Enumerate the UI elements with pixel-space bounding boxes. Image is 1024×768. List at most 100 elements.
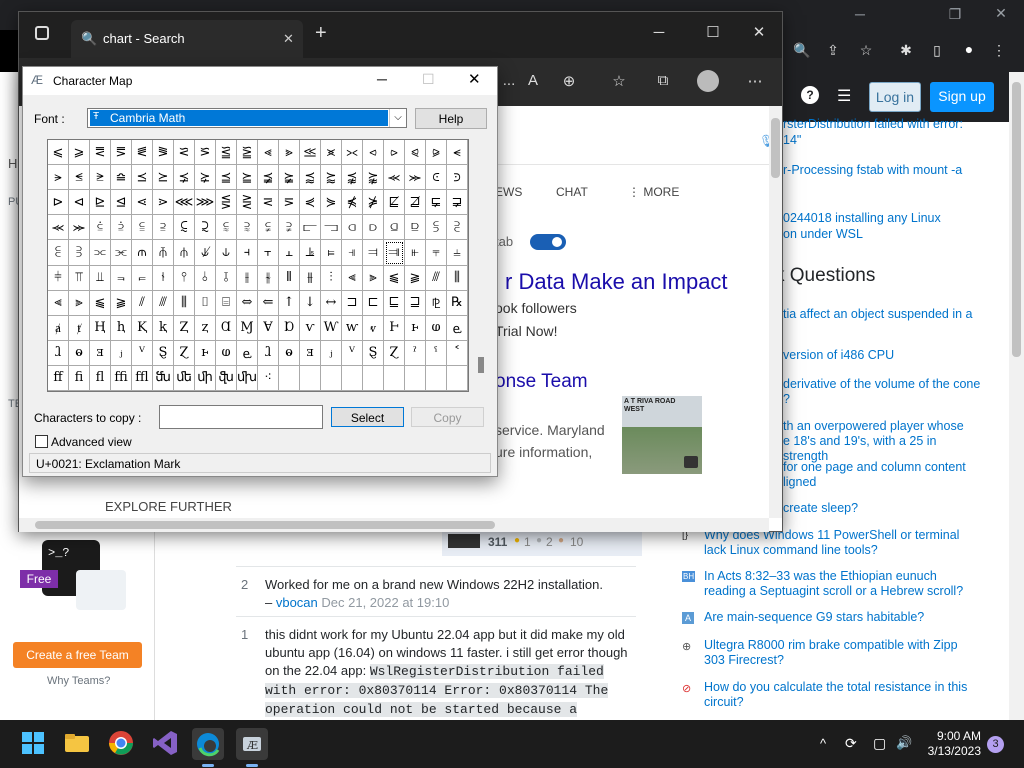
character-cell[interactable]: ⫱ bbox=[216, 265, 237, 291]
character-cell[interactable]: ⫨ bbox=[447, 240, 468, 266]
character-cell[interactable]: ˀ bbox=[405, 340, 426, 366]
character-cell[interactable]: ⫷ bbox=[48, 290, 69, 316]
character-cell[interactable]: ⱻ bbox=[300, 340, 321, 366]
character-cell[interactable]: ⪭ bbox=[90, 165, 111, 191]
character-cell[interactable]: ⫹ bbox=[90, 290, 111, 316]
character-cell[interactable]: ⊏ bbox=[363, 290, 384, 316]
hnq-item[interactable]: rsterDistribution failed with error: bbox=[783, 117, 963, 132]
hnq-item[interactable]: r-Processing fstab with mount -a bbox=[783, 163, 962, 178]
character-cell[interactable]: ⪾ bbox=[447, 165, 468, 191]
character-cell[interactable]: ⱽ bbox=[342, 340, 363, 366]
hnq-item[interactable]: version of i486 CPU bbox=[783, 348, 894, 363]
character-cell[interactable]: ⋠ bbox=[342, 190, 363, 216]
character-cell[interactable]: ⪠ bbox=[237, 140, 258, 166]
font-dropdown[interactable]: Cambria Math Ŧ ⌵ bbox=[87, 108, 407, 128]
character-cell[interactable]: Ⱳ bbox=[321, 315, 342, 341]
character-cell[interactable]: ⱷ bbox=[216, 340, 237, 366]
character-cell[interactable]: ˂ bbox=[447, 340, 468, 366]
character-cell[interactable] bbox=[405, 365, 426, 391]
character-cell[interactable]: ⫒ bbox=[405, 215, 426, 241]
character-cell[interactable]: ⫊ bbox=[237, 215, 258, 241]
character-cell[interactable] bbox=[426, 365, 447, 391]
visual-studio-icon[interactable] bbox=[150, 728, 182, 760]
character-cell[interactable]: ⁖ bbox=[258, 365, 279, 391]
character-cell[interactable]: ﬗ bbox=[237, 365, 258, 391]
character-cell[interactable]: ⪥ bbox=[342, 140, 363, 166]
character-cell[interactable]: ﬁ bbox=[69, 365, 90, 391]
character-cell[interactable]: ﬀ bbox=[48, 365, 69, 391]
scrollbar-thumb[interactable] bbox=[1012, 82, 1021, 357]
close-button[interactable]: ✕ bbox=[745, 23, 773, 41]
volume-icon[interactable]: 🔊 bbox=[896, 735, 912, 751]
character-cell[interactable]: ⫆ bbox=[153, 215, 174, 241]
character-cell[interactable]: ⋡ bbox=[363, 190, 384, 216]
character-cell[interactable]: ⊐ bbox=[342, 290, 363, 316]
horizontal-scrollbar[interactable] bbox=[19, 518, 769, 532]
character-cell[interactable]: ℞ bbox=[447, 290, 468, 316]
safe-search-toggle[interactable] bbox=[530, 234, 566, 250]
character-cell[interactable]: Ɱ bbox=[237, 315, 258, 341]
character-cell[interactable]: ⫯ bbox=[174, 265, 195, 291]
character-cell[interactable]: ⫼ bbox=[174, 290, 195, 316]
character-cell[interactable]: ⪜ bbox=[153, 140, 174, 166]
character-cell[interactable]: ⫸ bbox=[363, 265, 384, 291]
character-cell[interactable]: ⅊ bbox=[426, 290, 447, 316]
characters-to-copy-input[interactable] bbox=[159, 405, 323, 429]
character-cell[interactable]: ⫭ bbox=[132, 265, 153, 291]
character-cell[interactable]: ﬔ bbox=[174, 365, 195, 391]
sidepanel-icon[interactable]: ▯ bbox=[922, 42, 952, 59]
character-cell[interactable]: ⪲ bbox=[195, 165, 216, 191]
character-cell[interactable]: ⪺ bbox=[363, 165, 384, 191]
character-cell[interactable]: ⪯ bbox=[132, 165, 153, 191]
character-cell[interactable]: ⫼ bbox=[447, 265, 468, 291]
character-cell[interactable]: ⫗ bbox=[90, 240, 111, 266]
character-cell[interactable]: ⪫ bbox=[48, 165, 69, 191]
character-cell[interactable]: ⱬ bbox=[195, 315, 216, 341]
profile-icon[interactable]: ● bbox=[954, 41, 984, 57]
character-cell[interactable]: ⪨ bbox=[405, 140, 426, 166]
character-cell[interactable]: ⊲ bbox=[69, 190, 90, 216]
scrollbar-thumb[interactable] bbox=[771, 118, 780, 178]
share-icon[interactable]: ⇪ bbox=[818, 42, 848, 59]
character-cell[interactable]: ˁ bbox=[426, 340, 447, 366]
character-cell[interactable]: ⫅ bbox=[132, 215, 153, 241]
character-cell[interactable]: ⱼ bbox=[321, 340, 342, 366]
collections-icon[interactable]: ⧉ bbox=[649, 72, 677, 89]
character-cell[interactable]: ⪤ bbox=[321, 140, 342, 166]
file-explorer-icon[interactable] bbox=[62, 728, 94, 760]
character-cell[interactable]: ⫘ bbox=[111, 240, 132, 266]
avatar[interactable] bbox=[448, 534, 480, 548]
character-cell[interactable] bbox=[342, 365, 363, 391]
character-cell[interactable]: ⫢ bbox=[321, 240, 342, 266]
character-cell[interactable]: ⫖ bbox=[69, 240, 90, 266]
comment-user[interactable]: vbocan bbox=[276, 595, 318, 610]
character-cell[interactable]: ⱴ bbox=[363, 315, 384, 341]
character-cell[interactable]: ⫈ bbox=[195, 215, 216, 241]
character-cell[interactable]: ⋢ bbox=[384, 190, 405, 216]
character-cell[interactable]: ⫰ bbox=[195, 265, 216, 291]
character-cell[interactable]: ⫠ bbox=[279, 240, 300, 266]
character-cell[interactable]: ⪛ bbox=[132, 140, 153, 166]
character-cell[interactable]: ⪳ bbox=[216, 165, 237, 191]
character-cell[interactable]: ⩽ bbox=[48, 140, 69, 166]
character-cell[interactable]: ⫍ bbox=[300, 215, 321, 241]
character-cell[interactable]: ⱳ bbox=[342, 315, 363, 341]
character-cell[interactable]: ⪦ bbox=[363, 140, 384, 166]
character-cell[interactable]: Ⱨ bbox=[90, 315, 111, 341]
character-cell[interactable]: ⫑ bbox=[384, 215, 405, 241]
character-cell[interactable]: ⫐ bbox=[363, 215, 384, 241]
character-cell[interactable]: ﬄ bbox=[132, 365, 153, 391]
hnq-item[interactable]: ? bbox=[783, 392, 790, 407]
star-icon[interactable]: ☆ bbox=[851, 42, 881, 59]
tab-actions-icon[interactable] bbox=[35, 26, 49, 40]
character-cell[interactable]: Ⱬ bbox=[174, 315, 195, 341]
character-cell[interactable]: ⫝ bbox=[216, 240, 237, 266]
character-cell[interactable]: Ɀ bbox=[384, 340, 405, 366]
character-cell[interactable]: ⫩ bbox=[48, 265, 69, 291]
character-cell[interactable]: ⋣ bbox=[405, 190, 426, 216]
inbox-icon[interactable]: ☰ bbox=[837, 86, 851, 106]
character-cell[interactable]: Ȿ bbox=[363, 340, 384, 366]
character-cell[interactable]: ⪹ bbox=[342, 165, 363, 191]
why-teams-link[interactable]: Why Teams? bbox=[47, 675, 110, 687]
character-cell[interactable]: ⊒ bbox=[405, 290, 426, 316]
